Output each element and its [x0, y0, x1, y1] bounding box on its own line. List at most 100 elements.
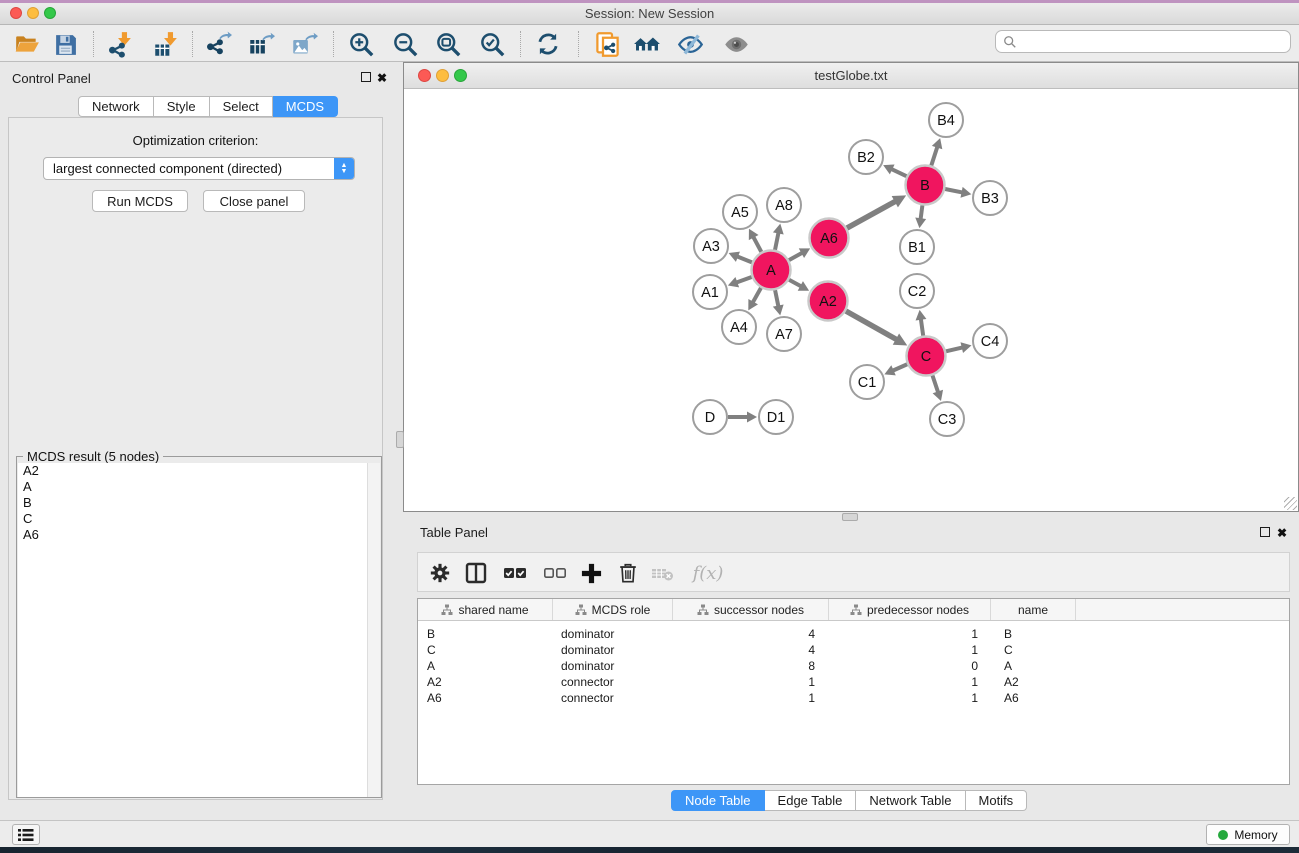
zoom-selected-icon[interactable]: [478, 30, 506, 58]
graph-node-D1[interactable]: D1: [759, 400, 793, 434]
table-cell[interactable]: 1: [829, 690, 991, 706]
graph-edge-A-A4[interactable]: [752, 288, 761, 304]
horizontal-splitter-handle[interactable]: [842, 513, 858, 521]
hide-network-icon[interactable]: [676, 30, 704, 58]
mcds-result-scrollbar[interactable]: [367, 463, 380, 797]
export-image-icon[interactable]: [290, 30, 318, 58]
close-panel-button[interactable]: Close panel: [203, 190, 305, 212]
mcds-result-item[interactable]: A: [18, 479, 367, 495]
graph-node-B4[interactable]: B4: [929, 103, 963, 137]
table-row[interactable]: Adominator80A: [418, 658, 1289, 674]
table-row[interactable]: A2connector11A2: [418, 674, 1289, 690]
mcds-result-item[interactable]: C: [18, 511, 367, 527]
network-close-button[interactable]: [418, 69, 431, 82]
save-session-icon[interactable]: [51, 30, 79, 58]
column-header-mcds-role[interactable]: MCDS role: [553, 599, 673, 620]
graph-edge-A2-C[interactable]: [846, 311, 898, 340]
graph-node-A8[interactable]: A8: [767, 188, 801, 222]
control-panel-float-icon[interactable]: [361, 72, 371, 82]
table-cell[interactable]: 1: [829, 674, 991, 690]
graph-node-A6[interactable]: A6: [810, 219, 849, 258]
table-cell[interactable]: B: [418, 626, 553, 642]
column-header-successor-nodes[interactable]: successor nodes: [673, 599, 829, 620]
close-window-button[interactable]: [10, 7, 22, 19]
graph-edge-B-B4[interactable]: [931, 146, 937, 166]
table-cell[interactable]: 0: [829, 658, 991, 674]
split-panel-icon[interactable]: [462, 559, 490, 587]
table-options-gear-icon[interactable]: [426, 559, 454, 587]
table-cell[interactable]: C: [418, 642, 553, 658]
graph-edge-A-A6[interactable]: [789, 252, 803, 260]
graph-node-C4[interactable]: C4: [973, 324, 1007, 358]
graph-node-B1[interactable]: B1: [900, 230, 934, 264]
import-network-icon[interactable]: [106, 30, 134, 58]
mcds-result-item[interactable]: B: [18, 495, 367, 511]
table-cell[interactable]: 4: [673, 642, 829, 658]
graph-node-B[interactable]: B: [906, 166, 945, 205]
table-row[interactable]: A6connector11A6: [418, 690, 1289, 706]
graph-node-A[interactable]: A: [752, 251, 791, 290]
graph-edge-C-C2[interactable]: [921, 318, 923, 336]
graph-node-A5[interactable]: A5: [723, 195, 757, 229]
graph-edge-A-A8[interactable]: [775, 231, 779, 249]
network-window-titlebar[interactable]: testGlobe.txt: [404, 63, 1298, 89]
search-box[interactable]: [995, 30, 1291, 53]
tab-network[interactable]: Network: [78, 96, 154, 117]
table-cell[interactable]: A: [991, 658, 1076, 674]
network-maximize-button[interactable]: [454, 69, 467, 82]
column-header-shared-name[interactable]: shared name: [418, 599, 553, 620]
zoom-fit-icon[interactable]: [434, 30, 462, 58]
table-cell[interactable]: 1: [829, 626, 991, 642]
refresh-layout-icon[interactable]: [534, 30, 562, 58]
graph-node-A2[interactable]: A2: [809, 282, 848, 321]
unselect-all-icon[interactable]: [541, 559, 569, 587]
resize-grip-icon[interactable]: [1284, 497, 1297, 510]
table-cell[interactable]: connector: [553, 690, 673, 706]
export-network-icon[interactable]: [204, 30, 232, 58]
graph-edge-B-B3[interactable]: [945, 189, 963, 193]
table-row[interactable]: Cdominator41C: [418, 642, 1289, 658]
zoom-in-icon[interactable]: [347, 30, 375, 58]
table-cell[interactable]: A: [418, 658, 553, 674]
tab-network-table[interactable]: Network Table: [856, 790, 965, 811]
graph-node-B2[interactable]: B2: [849, 140, 883, 174]
clone-network-icon[interactable]: [593, 30, 621, 58]
graph-node-C2[interactable]: C2: [900, 274, 934, 308]
table-cell[interactable]: C: [991, 642, 1076, 658]
minimize-window-button[interactable]: [27, 7, 39, 19]
table-cell[interactable]: 8: [673, 658, 829, 674]
graph-edge-A6-B[interactable]: [847, 201, 897, 228]
table-cell[interactable]: dominator: [553, 658, 673, 674]
run-mcds-button[interactable]: Run MCDS: [92, 190, 188, 212]
graph-edge-A-A5[interactable]: [753, 236, 762, 252]
import-table-icon[interactable]: [152, 30, 180, 58]
mcds-result-item[interactable]: A2: [18, 463, 367, 479]
tab-mcds[interactable]: MCDS: [273, 96, 338, 117]
home-layout-icon[interactable]: [633, 30, 661, 58]
table-panel-float-icon[interactable]: [1260, 527, 1270, 537]
graph-edge-B-B2[interactable]: [890, 169, 906, 177]
tab-style[interactable]: Style: [154, 96, 210, 117]
graph-node-C[interactable]: C: [907, 337, 946, 376]
graph-edge-C-C4[interactable]: [946, 347, 964, 351]
graph-edge-C-C1[interactable]: [892, 364, 908, 371]
tab-select[interactable]: Select: [210, 96, 273, 117]
column-header-name[interactable]: name: [991, 599, 1076, 620]
graph-edge-A-A2[interactable]: [789, 280, 802, 287]
mcds-result-list[interactable]: A2ABCA6: [18, 463, 368, 797]
table-panel-close-icon[interactable]: ✖: [1277, 528, 1287, 538]
maximize-window-button[interactable]: [44, 7, 56, 19]
graph-node-C3[interactable]: C3: [930, 402, 964, 436]
table-cell[interactable]: 1: [829, 642, 991, 658]
graph-node-A4[interactable]: A4: [722, 310, 756, 344]
table-cell[interactable]: A6: [991, 690, 1076, 706]
criterion-select[interactable]: largest connected component (directed) ▲…: [43, 157, 355, 180]
control-panel-close-icon[interactable]: ✖: [377, 73, 387, 83]
table-cell[interactable]: connector: [553, 674, 673, 690]
graph-node-D[interactable]: D: [693, 400, 727, 434]
table-cell[interactable]: 1: [673, 674, 829, 690]
tab-edge-table[interactable]: Edge Table: [765, 790, 857, 811]
graph-edge-C-C3[interactable]: [932, 375, 938, 393]
graph-edge-A-A1[interactable]: [735, 277, 751, 283]
graph-edge-A-A7[interactable]: [775, 290, 779, 307]
